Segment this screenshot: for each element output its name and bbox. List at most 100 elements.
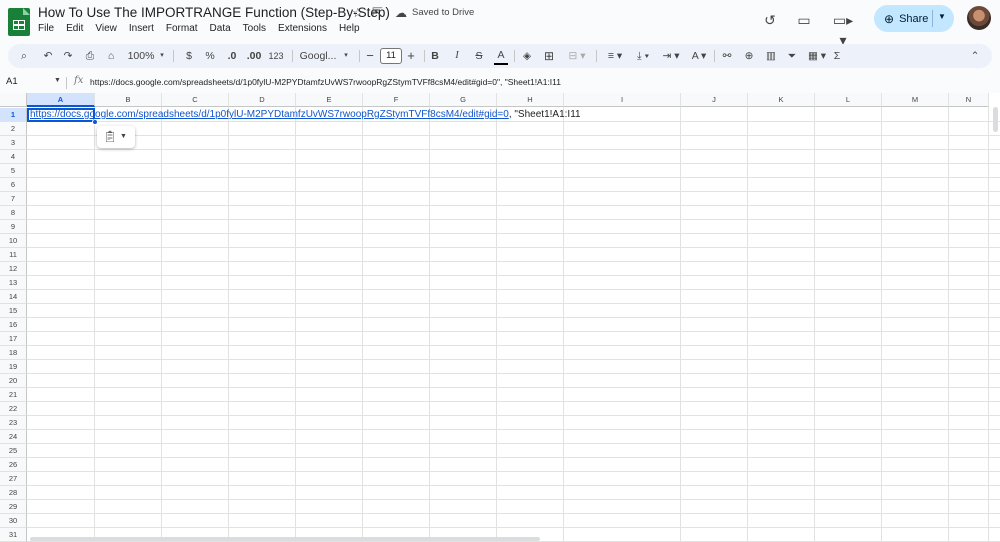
italic-button[interactable]: I (450, 44, 464, 68)
column-header-g[interactable]: G (430, 93, 497, 107)
menu-view[interactable]: View (95, 23, 117, 34)
font-size-input[interactable]: 11 (380, 48, 402, 64)
row-header-7[interactable]: 7 (0, 192, 27, 206)
redo-icon[interactable]: ↷ (60, 44, 76, 68)
column-header-d[interactable]: D (229, 93, 296, 107)
column-header-e[interactable]: E (296, 93, 363, 107)
row-header-14[interactable]: 14 (0, 290, 27, 304)
share-button[interactable]: ⊕ Share ▼ (874, 5, 954, 32)
vertical-scrollbar[interactable] (993, 107, 998, 132)
fill-color-icon[interactable]: ◈ (520, 44, 534, 68)
column-header-l[interactable]: L (815, 93, 882, 107)
star-icon[interactable]: ☆ (352, 5, 364, 21)
text-rotation-icon[interactable]: A ▾ (686, 44, 712, 68)
zoom-dropdown-icon[interactable]: ▾ (158, 44, 166, 68)
row-header-1[interactable]: 1 (0, 108, 27, 122)
sheets-logo-icon[interactable] (8, 8, 30, 36)
menu-edit[interactable]: Edit (66, 23, 83, 34)
vertical-align-icon[interactable]: ⤓ ▾ (630, 44, 656, 68)
font-dropdown-icon[interactable]: ▾ (342, 44, 350, 68)
text-color-button[interactable]: A (494, 45, 508, 65)
row-header-9[interactable]: 9 (0, 220, 27, 234)
select-all-corner[interactable] (0, 93, 27, 107)
bold-button[interactable]: B (428, 44, 442, 68)
row-header-19[interactable]: 19 (0, 360, 27, 374)
column-header-n[interactable]: N (949, 93, 989, 107)
print-icon[interactable]: ⎙ (82, 44, 98, 68)
zoom-select[interactable]: 100% (126, 44, 156, 68)
menu-help[interactable]: Help (339, 23, 360, 34)
formula-input[interactable]: https://docs.google.com/spreadsheets/d/1… (90, 77, 561, 87)
undo-icon[interactable]: ↶ (40, 44, 56, 68)
format-currency-button[interactable]: $ (183, 44, 195, 68)
horizontal-align-icon[interactable]: ≡ ▾ (602, 44, 628, 68)
share-dropdown-icon[interactable]: ▼ (938, 12, 946, 21)
filter-icon[interactable]: ⏷ (785, 44, 799, 68)
merge-cells-icon[interactable]: ⊟ ▾ (565, 44, 589, 68)
column-header-f[interactable]: F (363, 93, 430, 107)
row-header-8[interactable]: 8 (0, 206, 27, 220)
row-header-12[interactable]: 12 (0, 262, 27, 276)
format-percent-button[interactable]: % (204, 44, 216, 68)
row-header-23[interactable]: 23 (0, 416, 27, 430)
borders-icon[interactable]: ⊞ (542, 44, 556, 68)
row-header-21[interactable]: 21 (0, 388, 27, 402)
horizontal-scrollbar[interactable] (30, 537, 540, 541)
functions-button[interactable]: Σ (830, 44, 844, 68)
column-header-j[interactable]: J (681, 93, 748, 107)
paint-format-icon[interactable]: ⌂ (103, 44, 119, 68)
insert-chart-icon[interactable]: ▥ (764, 44, 778, 68)
paste-options-button[interactable]: 📋︎ ▼ (97, 126, 135, 148)
row-header-2[interactable]: 2 (0, 122, 27, 136)
menu-extensions[interactable]: Extensions (278, 23, 327, 34)
menu-format[interactable]: Format (166, 23, 198, 34)
document-title[interactable]: How To Use The IMPORTRANGE Function (Ste… (38, 5, 390, 20)
row-header-31[interactable]: 31 (0, 528, 27, 542)
row-header-16[interactable]: 16 (0, 318, 27, 332)
menu-tools[interactable]: Tools (243, 23, 266, 34)
name-box-dropdown-icon[interactable]: ▼ (54, 77, 61, 84)
row-header-30[interactable]: 30 (0, 514, 27, 528)
row-header-20[interactable]: 20 (0, 374, 27, 388)
row-header-10[interactable]: 10 (0, 234, 27, 248)
column-header-h[interactable]: H (497, 93, 564, 107)
row-header-24[interactable]: 24 (0, 430, 27, 444)
insert-link-icon[interactable]: ⚯ (720, 44, 734, 68)
menu-file[interactable]: File (38, 23, 54, 34)
strikethrough-button[interactable]: S (472, 44, 486, 68)
row-header-22[interactable]: 22 (0, 402, 27, 416)
column-header-i[interactable]: I (564, 93, 681, 107)
column-header-m[interactable]: M (882, 93, 949, 107)
menu-insert[interactable]: Insert (129, 23, 154, 34)
increase-font-size-button[interactable]: + (405, 44, 417, 68)
column-header-k[interactable]: K (748, 93, 815, 107)
row-header-28[interactable]: 28 (0, 486, 27, 500)
row-header-29[interactable]: 29 (0, 500, 27, 514)
more-formats-button[interactable]: 123 (266, 44, 286, 68)
row-header-13[interactable]: 13 (0, 276, 27, 290)
version-history-icon[interactable]: ↺ (760, 10, 780, 30)
column-header-b[interactable]: B (95, 93, 162, 107)
move-to-folder-icon[interactable]: ⇱ (372, 5, 383, 21)
row-header-5[interactable]: 5 (0, 164, 27, 178)
comments-icon[interactable]: ▭ (794, 10, 814, 30)
row-header-6[interactable]: 6 (0, 178, 27, 192)
font-select[interactable]: Googl... (297, 44, 339, 68)
meet-icon[interactable]: ▭▸ ▾ (828, 10, 858, 48)
account-avatar[interactable] (967, 6, 991, 30)
column-header-a[interactable]: A (27, 93, 95, 107)
insert-comment-icon[interactable]: ⊕ (742, 44, 756, 68)
name-box[interactable]: A1 (6, 76, 18, 87)
search-menus-icon[interactable]: ⌕ (16, 44, 32, 68)
decrease-decimal-button[interactable]: .0 (224, 44, 240, 68)
cell-a1-content[interactable]: https://docs.google.com/spreadsheets/d/1… (30, 109, 581, 120)
row-header-17[interactable]: 17 (0, 332, 27, 346)
collapse-menus-icon[interactable]: ⌃ (968, 44, 982, 68)
decrease-font-size-button[interactable]: − (364, 44, 376, 68)
cell-a1-link[interactable]: https://docs.google.com/spreadsheets/d/1… (30, 109, 509, 120)
text-wrapping-icon[interactable]: ⇥ ▾ (658, 44, 684, 68)
row-header-27[interactable]: 27 (0, 472, 27, 486)
row-header-25[interactable]: 25 (0, 444, 27, 458)
row-header-26[interactable]: 26 (0, 458, 27, 472)
row-header-18[interactable]: 18 (0, 346, 27, 360)
